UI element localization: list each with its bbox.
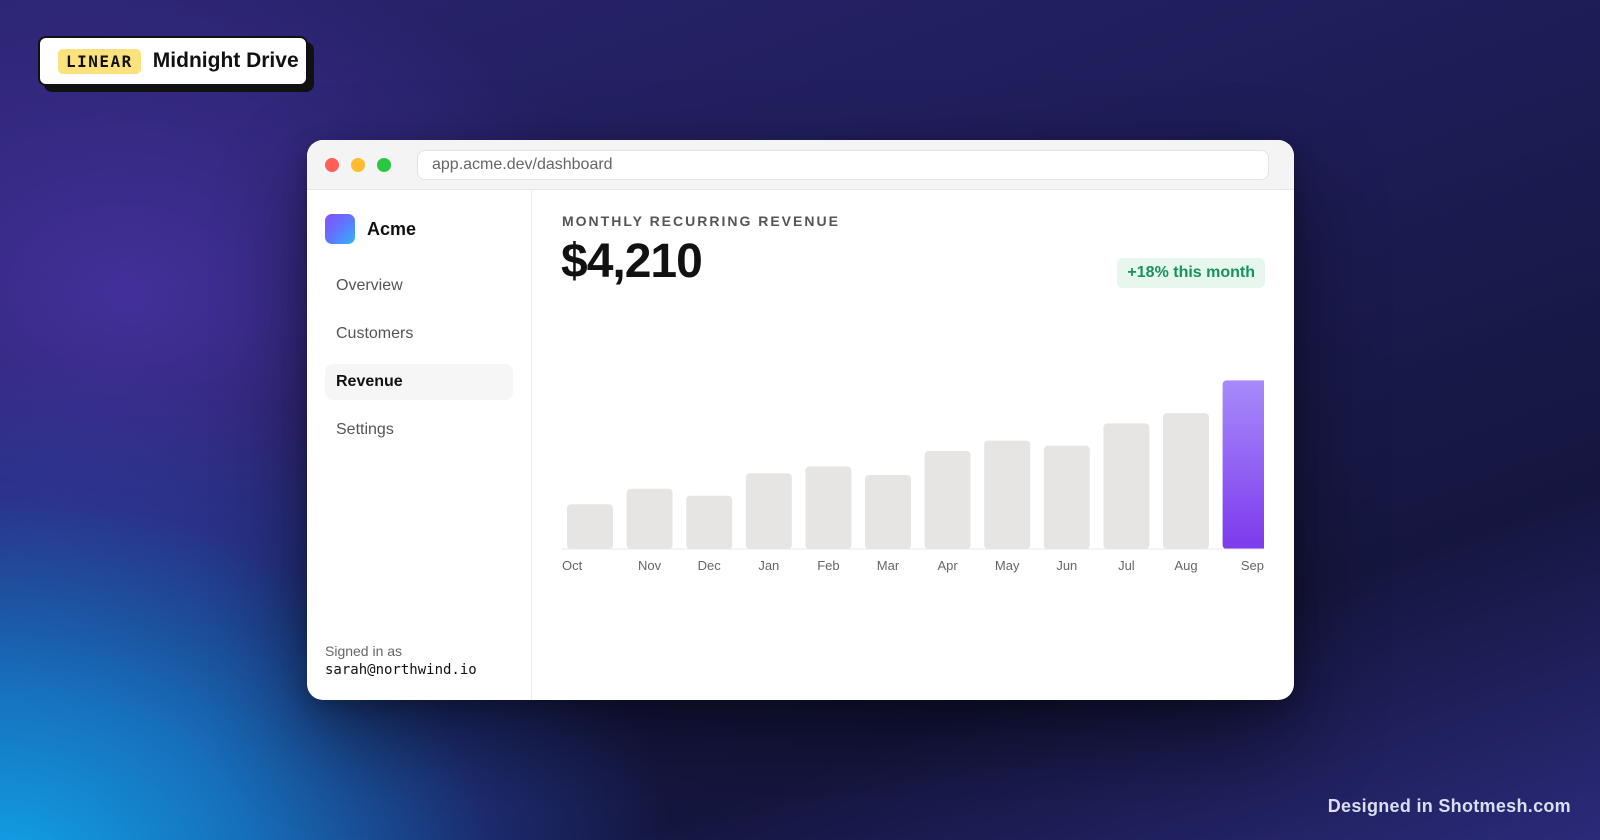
chart-bar-nov <box>626 488 673 549</box>
delta-badge: +18% this month <box>1117 258 1265 288</box>
signed-in-info: Signed in as sarah@northwind.io <box>325 643 477 678</box>
chart-x-label-jun: Jun <box>1056 558 1077 573</box>
chart-x-label-jul: Jul <box>1118 558 1135 573</box>
badge-tag: LINEAR <box>58 48 141 74</box>
sidebar-item-customers[interactable]: Customers <box>325 316 513 352</box>
chart-bar-oct <box>567 504 613 549</box>
window-titlebar: app.acme.dev/dashboard <box>307 140 1294 190</box>
acme-logo-icon <box>325 214 355 244</box>
theme-badge: LINEAR Midnight Drive <box>38 36 308 86</box>
chart-x-label-dec: Dec <box>698 558 722 573</box>
chart-x-label-feb: Feb <box>817 558 839 573</box>
brand-name: Acme <box>367 218 417 239</box>
main-content: MONTHLY RECURRING REVENUE $4,210 +18% th… <box>532 190 1294 700</box>
chart-x-label-oct: Oct <box>562 558 583 573</box>
chart-bar-jun <box>1043 445 1090 549</box>
maximize-window-button[interactable] <box>377 157 391 172</box>
chart-x-label-aug: Aug <box>1174 558 1197 573</box>
footer-credit: Designed in Shotmesh.com <box>1327 796 1571 816</box>
chart-x-label-sep: Sep <box>1241 558 1264 573</box>
chart-x-label-nov: Nov <box>638 558 662 573</box>
minimize-window-button[interactable] <box>351 157 365 172</box>
chart-bar-aug <box>1163 413 1209 549</box>
metric-label: MONTHLY RECURRING REVENUE <box>562 213 840 229</box>
address-bar-url: app.acme.dev/dashboard <box>432 155 613 173</box>
chart-x-label-jan: Jan <box>758 558 779 573</box>
address-bar[interactable]: app.acme.dev/dashboard <box>417 149 1269 180</box>
chart-bar-may <box>984 440 1031 549</box>
brand: Acme <box>325 214 513 244</box>
chart-x-label-may: May <box>995 558 1020 573</box>
chart-bar-jul <box>1103 423 1150 549</box>
chart-x-label-apr: Apr <box>937 558 958 573</box>
close-window-button[interactable] <box>325 157 339 172</box>
chart-bar-dec <box>686 495 733 549</box>
badge-title: Midnight Drive <box>152 49 299 72</box>
chart-x-label-mar: Mar <box>877 558 900 573</box>
sidebar: Acme Overview Customers Revenue Settings… <box>307 190 532 700</box>
metric-value: $4,210 <box>561 235 703 288</box>
chart-bar-sep <box>1222 380 1264 549</box>
chart-bar-mar <box>865 475 911 549</box>
chart-bar-apr <box>924 451 971 549</box>
signed-in-label: Signed in as <box>325 643 403 659</box>
chart-bar-jan <box>745 473 792 549</box>
revenue-bar-chart: Oct Nov Dec Jan Feb Mar Apr May Jun Jul Aug Sep <box>562 380 1264 573</box>
sidebar-item-overview[interactable]: Overview <box>325 268 513 304</box>
signed-in-email: sarah@northwind.io <box>325 662 477 678</box>
sidebar-item-settings[interactable]: Settings <box>325 412 513 448</box>
browser-window: app.acme.dev/dashboard Acme Overview Cus… <box>307 140 1294 700</box>
sidebar-item-revenue[interactable]: Revenue <box>325 364 513 400</box>
chart-bar-feb <box>805 466 852 549</box>
